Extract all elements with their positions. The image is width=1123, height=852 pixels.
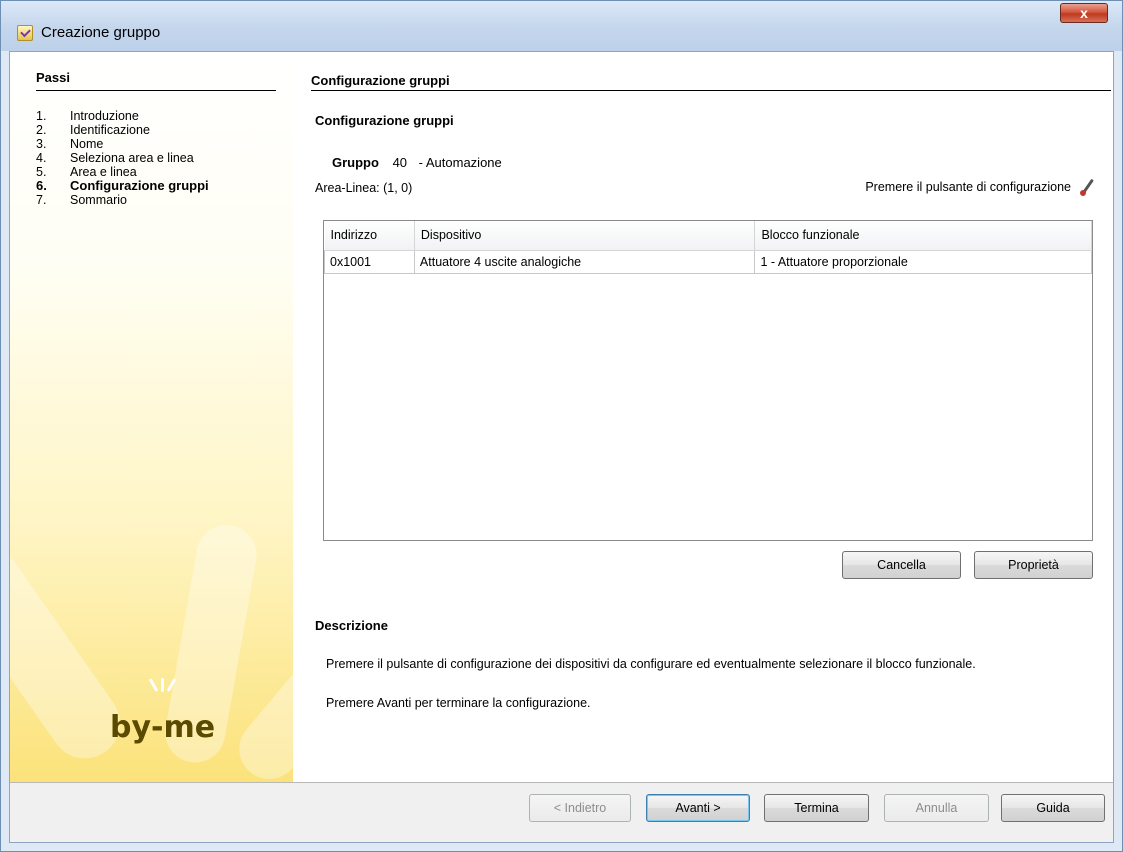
title-divider: [311, 90, 1111, 91]
delete-button[interactable]: Cancella: [842, 551, 961, 579]
step-list: 1. Introduzione 2. Identificazione 3. Nome …: [36, 109, 209, 207]
dialog-body: Passi 1. Introduzione 2. Identificazione 3…: [9, 51, 1114, 843]
finish-button[interactable]: Termina: [764, 794, 869, 822]
column-header-device[interactable]: Dispositivo: [414, 221, 756, 251]
content-panel: Configurazione gruppi Configurazione gru…: [293, 52, 1113, 782]
description-text: Premere Avanti per terminare la configur…: [326, 696, 591, 710]
group-number: 40: [392, 155, 408, 170]
description-title: Descrizione: [315, 618, 388, 633]
step-item: 3. Nome: [36, 137, 104, 151]
steps-title: Passi: [36, 70, 70, 85]
step-item: 5. Area e linea: [36, 165, 137, 179]
steps-divider: [36, 90, 276, 91]
column-header-address[interactable]: Indirizzo: [324, 221, 415, 251]
window-title: Creazione gruppo: [41, 24, 161, 41]
config-hint-text: Premere il pulsante di configurazione: [865, 180, 1071, 194]
group-name: - Automazione: [418, 155, 502, 170]
back-button[interactable]: < Indietro: [529, 794, 631, 822]
close-button[interactable]: x: [1060, 3, 1108, 23]
step-item: 2. Identificazione: [36, 123, 150, 137]
cell-address[interactable]: 0x1001: [324, 249, 415, 274]
steps-panel: Passi 1. Introduzione 2. Identificazione 3…: [10, 52, 293, 782]
configure-wand-icon[interactable]: [1079, 178, 1097, 196]
config-hint: Premere il pulsante di configurazione: [865, 178, 1097, 196]
title-bar[interactable]: Creazione gruppo x: [1, 1, 1122, 51]
properties-button[interactable]: Proprietà: [974, 551, 1093, 579]
step-item: 4. Seleziona area e linea: [36, 151, 194, 165]
group-info: Gruppo 40 - Automazione: [332, 155, 502, 170]
table-row[interactable]: 0x1001 Attuatore 4 uscite analogiche 1 -…: [324, 249, 1092, 274]
logo-text: by-me: [110, 710, 216, 745]
step-item: 7. Sommario: [36, 193, 127, 207]
next-button[interactable]: Avanti >: [646, 794, 750, 822]
column-header-function-block[interactable]: Blocco funzionale: [754, 221, 1092, 251]
step-item: 1. Introduzione: [36, 109, 139, 123]
page-title: Configurazione gruppi: [311, 73, 450, 88]
cell-function-block[interactable]: 1 - Attuatore proporzionale: [754, 249, 1092, 274]
button-bar: < Indietro Avanti > Termina Annulla Guid…: [10, 782, 1113, 842]
device-table: Indirizzo Dispositivo Blocco funzionale …: [323, 220, 1093, 541]
table-header-row: Indirizzo Dispositivo Blocco funzionale: [324, 221, 1092, 251]
help-button[interactable]: Guida: [1001, 794, 1105, 822]
area-line-text: Area-Linea: (1, 0): [315, 181, 413, 195]
description-text: Premere il pulsante di configurazione de…: [326, 657, 976, 671]
cancel-button[interactable]: Annulla: [884, 794, 989, 822]
logo-rays-icon: [148, 672, 178, 692]
step-item-active: 6. Configurazione gruppi: [36, 178, 209, 193]
by-me-logo: by-me: [110, 672, 220, 752]
section-title: Configurazione gruppi: [315, 113, 454, 128]
dialog-window: Creazione gruppo x Passi 1. Introduzione …: [0, 0, 1123, 852]
group-label: Gruppo: [332, 155, 379, 170]
cell-device[interactable]: Attuatore 4 uscite analogiche: [413, 249, 756, 274]
app-icon: [17, 25, 33, 41]
